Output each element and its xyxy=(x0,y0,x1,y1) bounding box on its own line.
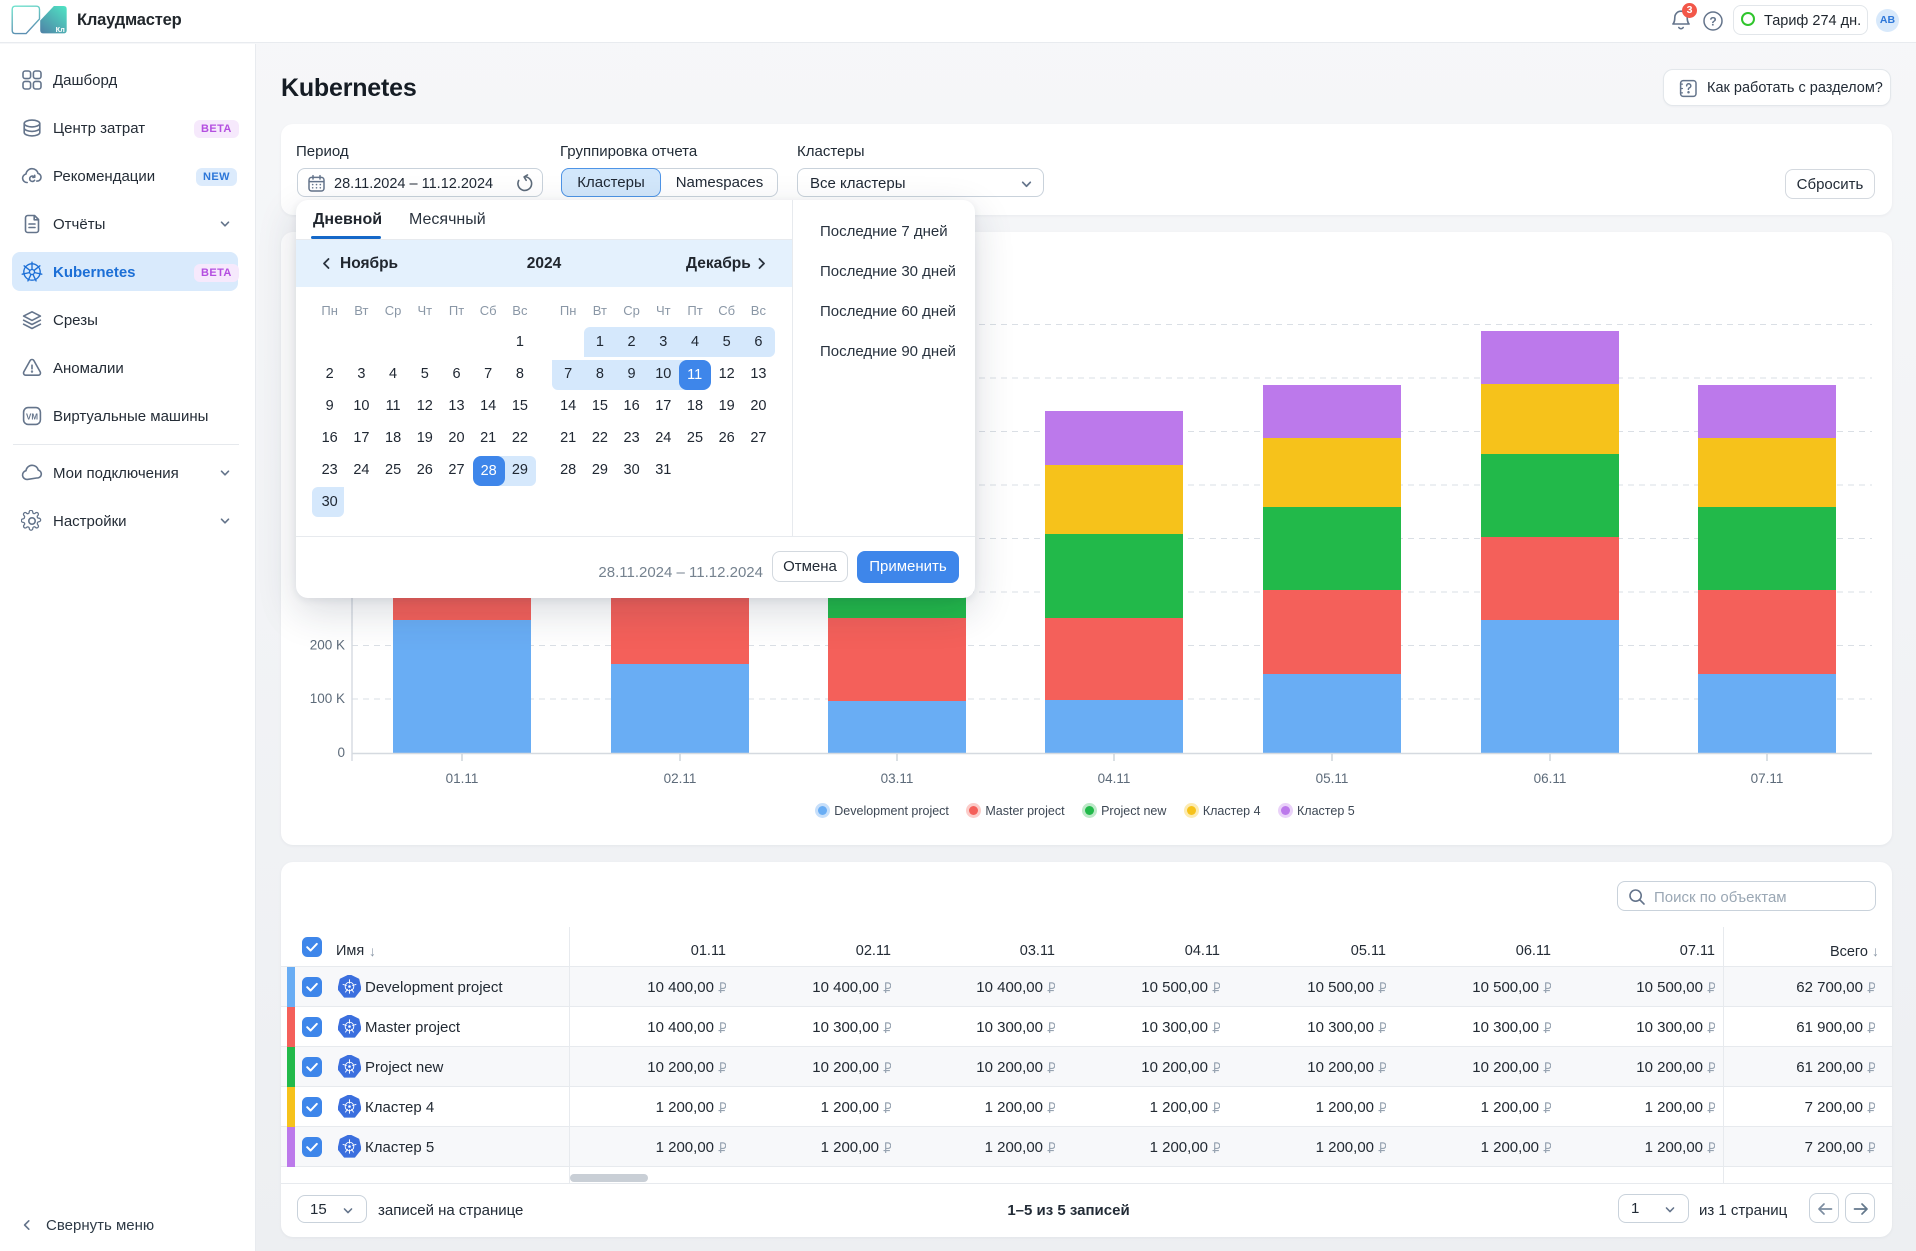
svg-text:0: 0 xyxy=(337,745,345,760)
svg-text:03.11: 03.11 xyxy=(881,771,914,786)
svg-text:05.11: 05.11 xyxy=(1316,771,1349,786)
svg-text:100 K: 100 K xyxy=(310,691,345,706)
svg-text:VM: VM xyxy=(26,412,38,421)
svg-text:Кл: Кл xyxy=(56,25,66,34)
svg-text:06.11: 06.11 xyxy=(1534,771,1567,786)
svg-text:07.11: 07.11 xyxy=(1751,771,1784,786)
svg-text:04.11: 04.11 xyxy=(1098,771,1131,786)
svg-text:01.11: 01.11 xyxy=(446,771,479,786)
svg-text:200 K: 200 K xyxy=(310,638,345,653)
svg-text:?: ? xyxy=(1709,14,1716,28)
svg-text:02.11: 02.11 xyxy=(664,771,697,786)
